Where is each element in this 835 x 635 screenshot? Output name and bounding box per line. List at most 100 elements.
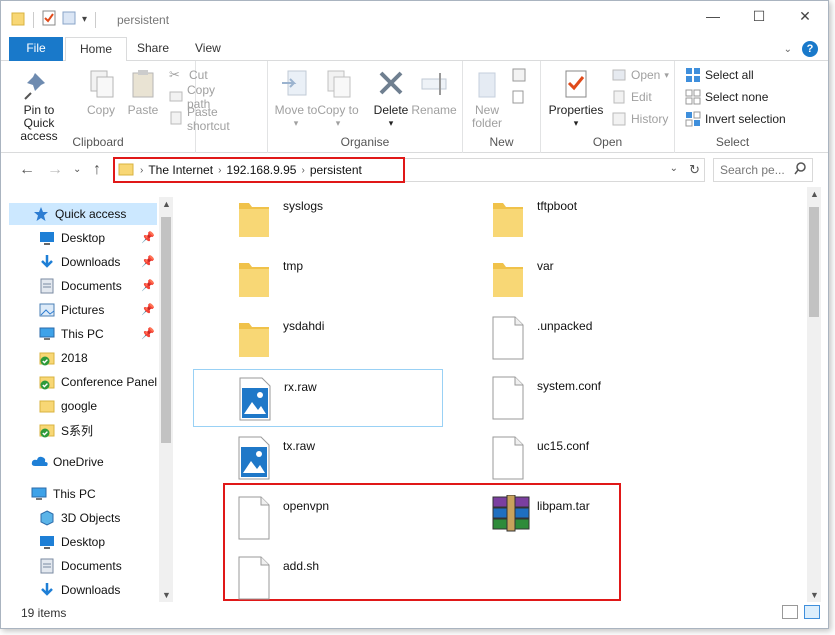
file-item[interactable]: libpam.tar	[447, 489, 697, 547]
file-item[interactable]: uc15.conf	[447, 429, 697, 487]
nav-item-label: Documents	[61, 279, 122, 293]
ribbon: Pin to Quick access Copy Paste ✂ Cut Cop…	[1, 61, 828, 153]
file-item[interactable]: add.sh	[193, 549, 443, 607]
file-name: libpam.tar	[537, 499, 590, 513]
nav-pc-item-label: Documents	[61, 559, 122, 573]
nav-pc-item[interactable]: Documents	[9, 555, 159, 577]
file-item[interactable]: syslogs	[193, 189, 443, 247]
nav-pc-item[interactable]: 3D Objects	[9, 507, 159, 529]
paste-shortcut-button[interactable]: Paste shortcut	[169, 105, 232, 133]
pin-icon[interactable]: 📌	[141, 327, 155, 340]
new-folder-button[interactable]: New folder	[467, 67, 507, 130]
nav-pc-item[interactable]: Downloads	[9, 579, 159, 601]
select-all-button[interactable]: Select all	[685, 65, 754, 85]
delete-icon	[375, 67, 407, 101]
file-item[interactable]: tmp	[193, 249, 443, 307]
file-item[interactable]: tx.raw	[193, 429, 443, 487]
document-icon	[492, 316, 524, 360]
customize-qat-icon[interactable]: ▾	[82, 14, 87, 25]
content-scrollbar[interactable]: ▲ ▼	[807, 187, 821, 602]
forward-arrow-icon[interactable]: →	[47, 161, 63, 179]
file-item[interactable]: ysdahdi	[193, 309, 443, 367]
clipboard-group: Pin to Quick access Copy Paste ✂ Cut Cop…	[1, 61, 230, 153]
move-to-button[interactable]: Move to ▾	[274, 67, 318, 130]
help-icon[interactable]: ?	[802, 41, 818, 57]
window-title: persistent	[117, 13, 170, 27]
nav-item[interactable]: S系列	[9, 419, 159, 441]
nav-item[interactable]: google	[9, 395, 159, 417]
copy-path-button[interactable]: Copy path	[169, 83, 217, 111]
new-item-icon	[511, 67, 527, 83]
nav-this-pc[interactable]: This PC	[9, 483, 159, 505]
properties-qat-icon[interactable]	[42, 10, 56, 29]
nav-item[interactable]: Documents 📌	[9, 275, 159, 297]
tab-share[interactable]: Share	[123, 37, 183, 61]
pin-icon[interactable]: 📌	[141, 255, 155, 268]
nav-item[interactable]: This PC 📌	[9, 323, 159, 345]
search-input[interactable]: Search pe...	[713, 158, 813, 182]
recent-locations-icon[interactable]: ⌄	[73, 164, 81, 175]
history-button[interactable]: History	[611, 109, 668, 129]
edit-button[interactable]: Edit	[611, 87, 652, 107]
chevron-down-icon: ▾	[293, 118, 299, 128]
nav-item[interactable]: 2018	[9, 347, 159, 369]
refresh-icon[interactable]: ↻	[689, 162, 700, 178]
nav-pc-item[interactable]: Desktop	[9, 531, 159, 553]
chevron-down-icon[interactable]: ⌄	[784, 44, 792, 55]
file-item[interactable]: system.conf	[447, 369, 697, 427]
scroll-up-icon[interactable]: ▲	[162, 199, 171, 209]
select-none-button[interactable]: Select none	[685, 87, 768, 107]
new-group: New folder New	[463, 61, 541, 153]
nav-item[interactable]: Pictures 📌	[9, 299, 159, 321]
pin-icon[interactable]: 📌	[141, 279, 155, 292]
nav-scroll-thumb[interactable]	[161, 217, 171, 443]
nav-item-label: google	[61, 399, 98, 413]
copy-button[interactable]: Copy	[77, 67, 125, 117]
minimize-button[interactable]: —	[690, 1, 736, 31]
address-dropdown-icon[interactable]: ⌄	[670, 163, 678, 174]
details-view-icon[interactable]	[782, 605, 798, 619]
nav-item[interactable]: Downloads 📌	[9, 251, 159, 273]
tab-home[interactable]: Home	[65, 37, 128, 62]
maximize-button[interactable]: ☐	[736, 1, 782, 31]
content-scroll-thumb[interactable]	[809, 207, 819, 317]
up-arrow-icon[interactable]: ↑	[93, 161, 101, 179]
nav-scrollbar[interactable]: ▲ ▼	[159, 197, 173, 602]
nav-item[interactable]: Conference Panel	[9, 371, 159, 393]
open-label: Open	[631, 68, 661, 82]
pin-icon	[23, 67, 55, 101]
cut-button[interactable]: ✂ Cut	[169, 65, 208, 85]
nav-onedrive[interactable]: OneDrive	[9, 451, 159, 473]
back-arrow-icon[interactable]: ←	[19, 161, 35, 179]
file-item[interactable]: rx.raw	[193, 369, 443, 427]
open-button[interactable]: Open ▾	[611, 65, 669, 85]
close-button[interactable]: ✕	[782, 1, 828, 31]
file-item[interactable]: var	[447, 249, 697, 307]
scroll-up-icon[interactable]: ▲	[810, 189, 819, 199]
file-item[interactable]: tftpboot	[447, 189, 697, 247]
paste-shortcut-icon	[169, 111, 183, 127]
rename-button[interactable]: Rename	[410, 67, 458, 117]
copy-to-button[interactable]: Copy to ▾	[316, 67, 360, 130]
pin-icon[interactable]: 📌	[141, 303, 155, 316]
new-folder-qat-icon[interactable]	[62, 10, 76, 29]
scroll-down-icon[interactable]: ▼	[810, 590, 819, 600]
properties-button[interactable]: Properties ▾	[547, 67, 605, 130]
new-folder-label: New folder	[471, 103, 503, 130]
easy-access-button[interactable]	[511, 87, 527, 107]
invert-selection-button[interactable]: Invert selection	[685, 109, 786, 129]
new-item-button[interactable]	[511, 65, 527, 85]
paste-button[interactable]: Paste	[119, 67, 167, 117]
organise-group: Move to ▾ Copy to ▾ Delete ▾ Rename Orga…	[267, 61, 463, 153]
nav-quick-access[interactable]: Quick access	[9, 203, 157, 225]
file-name: tx.raw	[283, 439, 316, 453]
pin-icon[interactable]: 📌	[141, 231, 155, 244]
scroll-down-icon[interactable]: ▼	[162, 590, 171, 600]
file-item[interactable]: openvpn	[193, 489, 443, 547]
delete-button[interactable]: Delete ▾	[368, 67, 414, 130]
file-item[interactable]: .unpacked	[447, 309, 697, 367]
large-icons-view-icon[interactable]	[804, 605, 820, 619]
tab-view[interactable]: View	[181, 37, 235, 61]
pin-quick-access-button[interactable]: Pin to Quick access	[7, 67, 71, 143]
nav-item[interactable]: Desktop 📌	[9, 227, 159, 249]
